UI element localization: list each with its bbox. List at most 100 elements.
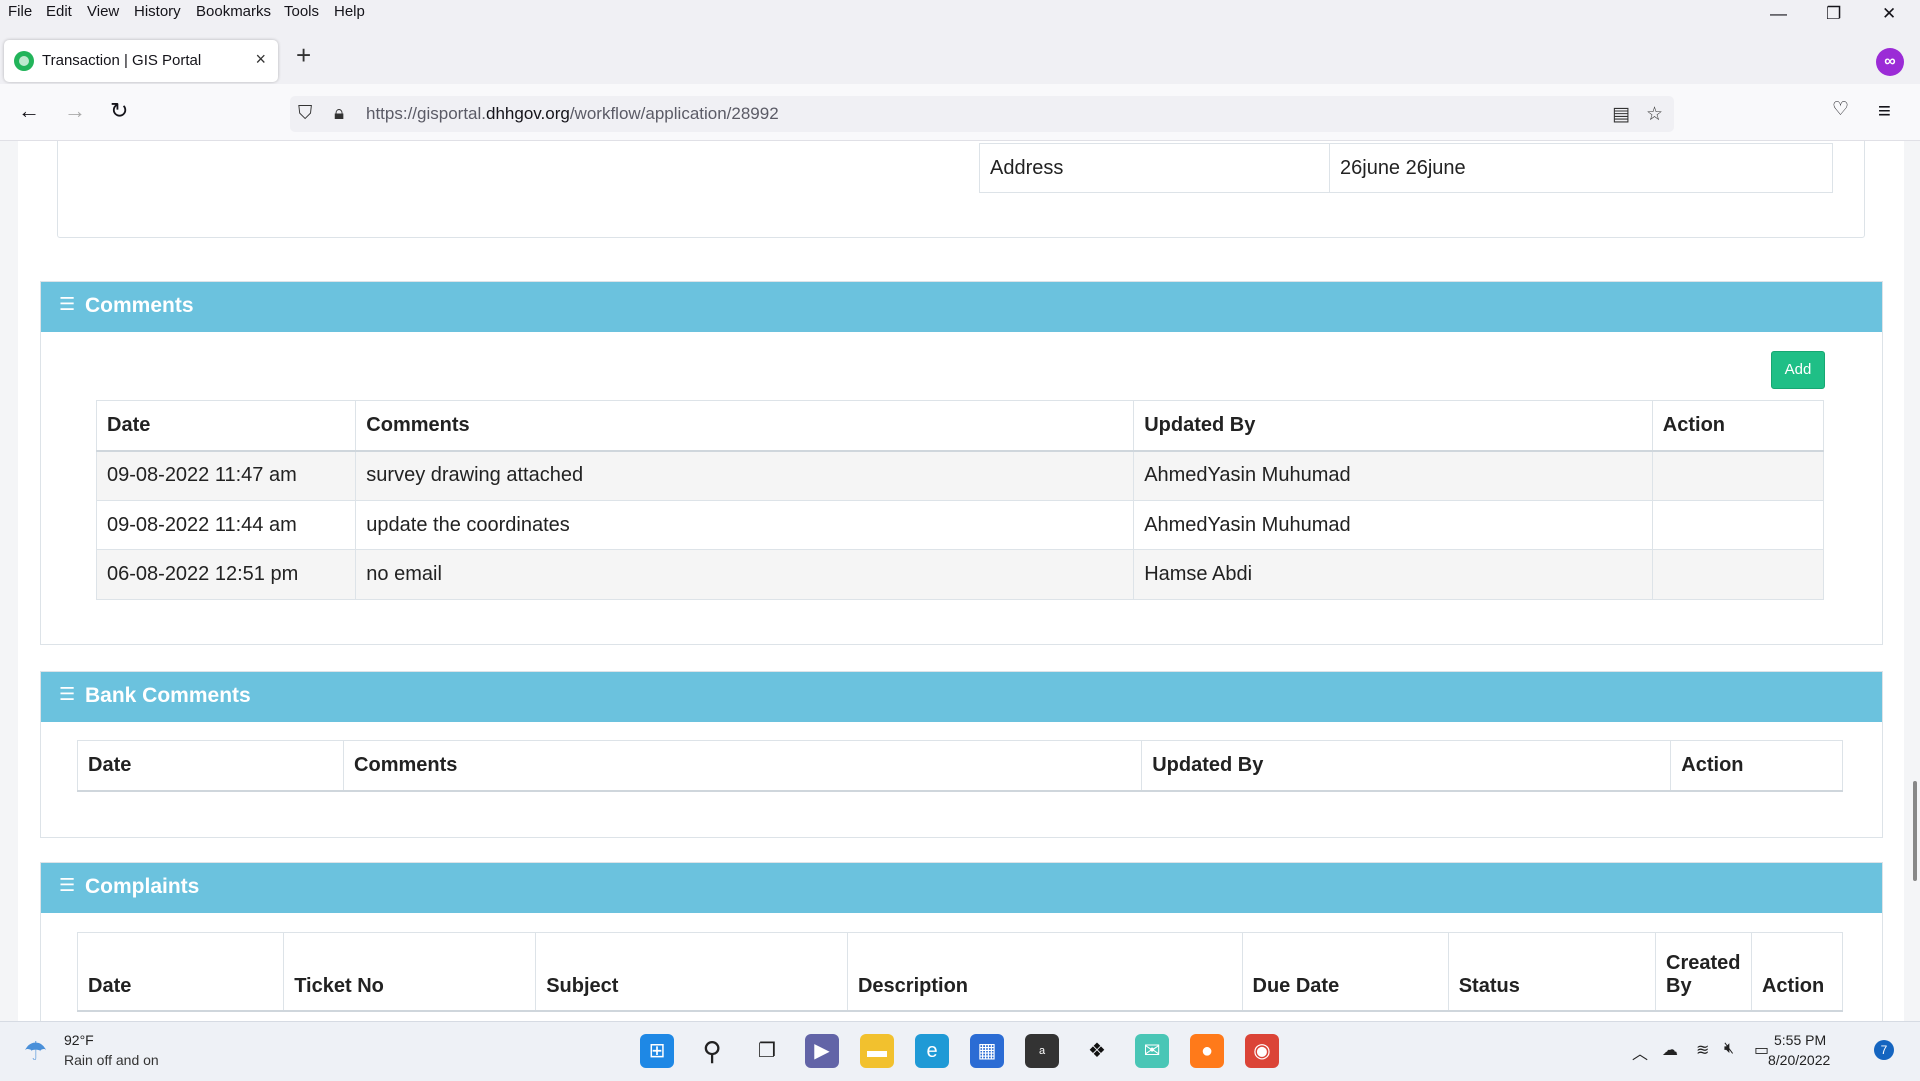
reader-view-icon[interactable]: ▤: [1612, 103, 1630, 126]
restore-button[interactable]: ❐: [1826, 4, 1841, 24]
dropbox-icon[interactable]: ❖: [1080, 1034, 1114, 1068]
weather-description[interactable]: Rain off and on: [64, 1052, 159, 1068]
tab-transaction[interactable]: Transaction | GIS Portal ×: [4, 40, 278, 82]
comments-header-row: Date Comments Updated By Action: [95, 400, 1825, 452]
list-icon: ☰: [59, 294, 76, 314]
reload-icon[interactable]: ↻: [110, 98, 128, 124]
taskbar: ☂ 92°F Rain off and on ⊞ ⚲ ❐ ▶ ▬ e ▦ a ❖…: [0, 1021, 1920, 1081]
table-row: 09-08-2022 11:47 am survey drawing attac…: [95, 450, 1825, 501]
address-value: 26june 26june: [1329, 143, 1833, 193]
clock-time[interactable]: 5:55 PM: [1774, 1032, 1826, 1048]
notification-badge[interactable]: 7: [1874, 1040, 1894, 1060]
table-row: 09-08-2022 11:44 am update the coordinat…: [95, 500, 1825, 550]
col-action: Action: [1670, 740, 1843, 792]
col-date: Date: [76, 932, 285, 1012]
back-icon[interactable]: ←: [18, 98, 40, 124]
weather-temperature[interactable]: 92°F: [64, 1032, 94, 1048]
cell-date: 09-08-2022 11:47 am: [95, 450, 357, 501]
col-ticket-no: Ticket No: [283, 932, 537, 1012]
teams-chat-icon[interactable]: ▶: [805, 1034, 839, 1068]
lock-icon[interactable]: 🔒︎: [334, 103, 344, 125]
amazon-icon[interactable]: a: [1025, 1034, 1059, 1068]
address-label: Address: [979, 143, 1330, 193]
mail-app-icon[interactable]: ✉: [1135, 1034, 1169, 1068]
comments-table: Date Comments Updated By Action 09-08-20…: [95, 400, 1825, 600]
volume-muted-icon[interactable]: 🔇︎: [1724, 1040, 1734, 1058]
new-tab-button[interactable]: +: [296, 40, 311, 71]
task-view-icon[interactable]: ❐: [750, 1034, 784, 1068]
address-table: Address 26june 26june: [979, 143, 1833, 193]
bank-comments-header-row: Date Comments Updated By Action: [76, 740, 1843, 792]
col-comments: Comments: [343, 740, 1143, 792]
bank-comments-panel-header: ☰ Bank Comments: [41, 672, 1882, 722]
cell-updated-by: AhmedYasin Muhumad: [1133, 500, 1653, 550]
url-text[interactable]: https://gisportal.dhhgov.org/workflow/ap…: [366, 104, 779, 124]
menu-help[interactable]: Help: [334, 3, 365, 20]
address-row: Address 26june 26june: [979, 143, 1833, 193]
forward-icon[interactable]: →: [64, 98, 86, 124]
start-icon[interactable]: ⊞: [640, 1034, 674, 1068]
cell-updated-by: Hamse Abdi: [1133, 549, 1653, 600]
onedrive-icon[interactable]: ☁: [1662, 1040, 1678, 1060]
comments-panel-header: ☰ Comments: [41, 282, 1882, 332]
firefox-icon[interactable]: ●: [1190, 1034, 1224, 1068]
menu-file[interactable]: File: [8, 3, 32, 20]
cell-date: 06-08-2022 12:51 pm: [95, 549, 357, 600]
minimize-button[interactable]: —: [1770, 4, 1787, 24]
complaints-table: Date Ticket No Subject Description Due D…: [76, 932, 1844, 1012]
col-action: Action: [1651, 400, 1825, 452]
list-icon: ☰: [59, 875, 76, 895]
add-comment-button[interactable]: Add: [1771, 351, 1825, 389]
hamburger-menu-icon[interactable]: ≡: [1878, 98, 1891, 124]
table-row: 06-08-2022 12:51 pm no email Hamse Abdi: [95, 549, 1825, 600]
rain-weather-icon[interactable]: ☂: [24, 1036, 47, 1067]
chrome-icon[interactable]: ◉: [1245, 1034, 1279, 1068]
cell-action: [1651, 450, 1825, 501]
col-date: Date: [95, 400, 357, 452]
pocket-icon[interactable]: ♡: [1832, 98, 1849, 121]
wifi-icon[interactable]: ≋: [1696, 1040, 1709, 1060]
tab-strip: Transaction | GIS Portal × +: [0, 26, 1920, 84]
menu-view[interactable]: View: [87, 3, 119, 20]
menu-bar: File Edit View History Bookmarks Tools H…: [0, 0, 1920, 26]
cell-action: [1651, 549, 1825, 600]
close-window-button[interactable]: ✕: [1882, 4, 1896, 24]
battery-icon[interactable]: ▭: [1754, 1040, 1769, 1060]
col-updated-by: Updated By: [1141, 740, 1672, 792]
col-description: Description: [846, 932, 1243, 1012]
cell-updated-by: AhmedYasin Muhumad: [1133, 450, 1653, 501]
col-date: Date: [76, 740, 345, 792]
store-icon[interactable]: ▦: [970, 1034, 1004, 1068]
cell-comment: no email: [355, 549, 1135, 600]
col-subject: Subject: [535, 932, 848, 1012]
url-prefix: https://gisportal.: [366, 104, 487, 123]
file-explorer-icon[interactable]: ▬: [860, 1034, 894, 1068]
url-path: /workflow/application/28992: [569, 104, 779, 123]
menu-bookmarks[interactable]: Bookmarks: [196, 3, 271, 20]
col-created-by: Created By: [1655, 932, 1752, 1012]
cell-action: [1651, 500, 1825, 550]
scrollbar-thumb[interactable]: [1913, 781, 1917, 881]
tab-close-icon[interactable]: ×: [255, 49, 266, 70]
col-status: Status: [1447, 932, 1657, 1012]
clock-date[interactable]: 8/20/2022: [1768, 1052, 1830, 1068]
chevron-up-icon[interactable]: ︿: [1632, 1040, 1648, 1064]
tab-title: Transaction | GIS Portal: [42, 52, 202, 69]
menu-edit[interactable]: Edit: [46, 3, 72, 20]
menu-tools[interactable]: Tools: [284, 3, 319, 20]
col-due-date: Due Date: [1241, 932, 1449, 1012]
edge-icon[interactable]: e: [915, 1034, 949, 1068]
col-comments: Comments: [355, 400, 1135, 452]
extension-icon[interactable]: ∞: [1876, 48, 1904, 76]
url-domain: dhhgov.org: [486, 104, 570, 123]
complaints-header-row: Date Ticket No Subject Description Due D…: [76, 932, 1844, 1012]
complaints-panel-header: ☰ Complaints: [41, 863, 1882, 913]
cell-comment: update the coordinates: [355, 500, 1135, 550]
bookmark-star-icon[interactable]: ☆: [1646, 103, 1663, 126]
page-scrollbar[interactable]: [1906, 141, 1920, 1021]
menu-history[interactable]: History: [134, 3, 181, 20]
shield-icon[interactable]: ⛉: [298, 103, 312, 125]
url-bar[interactable]: ⛉ 🔒︎ https://gisportal.dhhgov.org/workfl…: [290, 96, 1674, 132]
list-icon: ☰: [59, 684, 76, 704]
search-icon[interactable]: ⚲: [695, 1034, 729, 1068]
